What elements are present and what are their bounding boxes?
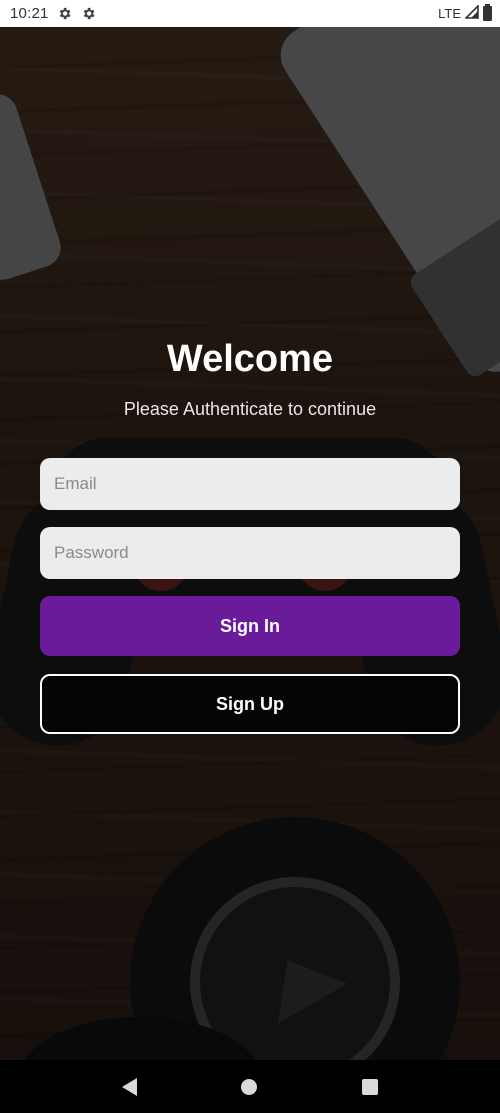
signal-icon xyxy=(464,4,479,22)
navigation-bar xyxy=(0,1060,500,1113)
status-time: 10:21 xyxy=(10,5,49,22)
status-bar: 10:21 LTE xyxy=(0,0,500,27)
auth-subtitle: Please Authenticate to continue xyxy=(123,399,377,419)
back-icon[interactable] xyxy=(122,1077,138,1096)
password-input[interactable] xyxy=(40,527,460,579)
sign-in-button[interactable]: Sign In xyxy=(40,596,460,656)
recents-icon[interactable] xyxy=(361,1078,378,1095)
battery-icon xyxy=(483,4,492,21)
network-label: LTE xyxy=(438,6,461,21)
gear-icon xyxy=(81,6,97,22)
status-indicators: LTE xyxy=(438,4,492,22)
gear-icon xyxy=(57,6,73,22)
home-icon[interactable] xyxy=(241,1078,258,1095)
welcome-title: Welcome xyxy=(166,338,334,380)
email-input[interactable] xyxy=(40,458,460,510)
sign-up-button[interactable]: Sign Up xyxy=(40,674,460,734)
